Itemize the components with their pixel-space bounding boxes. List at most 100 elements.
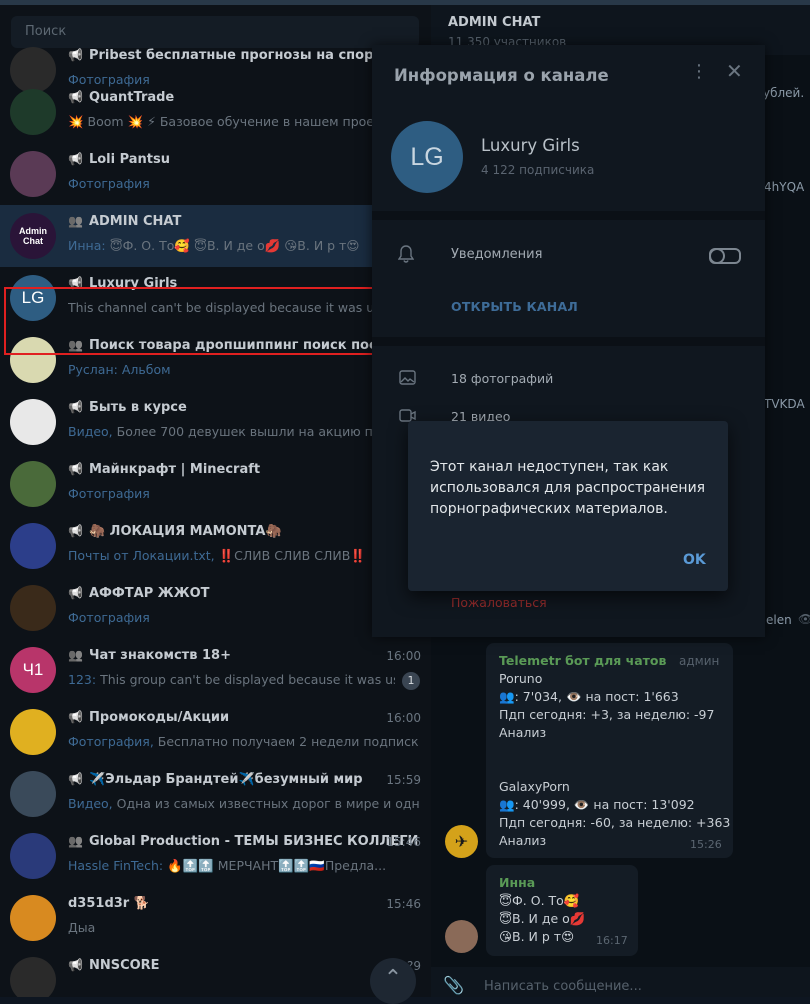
chat-time: 16:00 <box>386 649 421 663</box>
chat-avatar <box>10 523 56 569</box>
chat-title: 📢 NNSCORE <box>68 958 419 978</box>
chat-title: d351d3r 🐕 <box>68 896 419 916</box>
notifications-label: Уведомления <box>451 247 543 262</box>
preview-media: Фотография <box>68 176 150 191</box>
chat-title-text: Global Production - ТЕМЫ БИЗНЕС КОЛЛЕГИ … <box>88 834 419 849</box>
chat-title: 📢 ✈️Эльдар Брандтей✈️безумный мир <box>68 772 419 792</box>
scroll-up-button[interactable]: ⌃ <box>370 958 416 1004</box>
chat-list-item[interactable]: 📢NNSCORE15:?9 <box>0 949 431 997</box>
chat-title-text: ✈️Эльдар Брандтей✈️безумный мир <box>88 772 363 787</box>
megaphone-icon: 📢 <box>68 400 83 414</box>
user-avatar[interactable] <box>445 920 478 953</box>
chat-preview: 123: This group can't be displayed becau… <box>68 672 395 687</box>
megaphone-icon: 📢 <box>68 772 83 786</box>
message-bubble[interactable]: Telemetr бот для чатов админ Poruno 👥: 7… <box>486 643 733 858</box>
chat-avatar <box>10 957 56 997</box>
photo-icon <box>399 370 416 385</box>
notifications-toggle[interactable] <box>709 248 741 264</box>
chat-title: 👥 ADMIN CHAT <box>68 214 419 234</box>
open-channel-button[interactable]: ОТКРЫТЬ КАНАЛ <box>451 299 578 314</box>
message-input[interactable]: Написать сообщение... <box>484 979 642 994</box>
preview-media: Видео, <box>68 796 113 811</box>
chat-title-text: Быть в курсе <box>88 400 187 415</box>
chat-time: 15:59 <box>386 773 421 787</box>
close-icon[interactable]: ✕ <box>726 61 743 81</box>
photos-item[interactable]: 18 фотографий <box>451 371 553 386</box>
eye-icon: 👁 <box>798 612 810 626</box>
chat-list-item[interactable]: 📢 Loli Pantsu Фотография <box>0 143 431 205</box>
chat-preview: Видео, Одна из самых известных дорог в м… <box>68 796 419 811</box>
preview-text: 💥 Boom 💥 ⚡ Базовое обучение в нашем прое… <box>68 114 397 129</box>
channel-link[interactable]: Poruno <box>499 671 542 686</box>
chat-preview: Видео, Более 700 девушек вышли на акцию … <box>68 424 419 439</box>
chat-preview: Почты от Локации.txt, ‼️СЛИВ СЛИВ СЛИВ‼️ <box>68 548 419 564</box>
chat-title: 📢 Pribest бесплатные прогнозы на спорт <box>68 48 419 68</box>
message-sender: Инна <box>499 875 536 890</box>
dialog-message: Этот канал недоступен, так как использов… <box>430 459 706 517</box>
chat-list-item[interactable]: 📢 АФФТАР ЖЖОТ Фотография <box>0 577 431 639</box>
chat-title-text: Промокоды/Акции <box>88 710 230 725</box>
channel-avatar: LG <box>391 121 463 193</box>
chat-list-item[interactable]: Ч1 👥 Чат знакомств 18+ 16:00 123: This group… <box>0 639 431 701</box>
chat-title: 👥 Global Production - ТЕМЫ БИЗНЕС КОЛЛЕГИ… <box>68 834 419 854</box>
preview-text: Бесплатно получаем 2 недели подписки на <box>153 734 419 749</box>
chat-list-item[interactable]: 📢 🦣 ЛОКАЦИЯ MAMONTA🦣 Почты от Локации.txt,… <box>0 515 431 577</box>
attach-icon[interactable]: 📎 <box>443 976 464 996</box>
chat-avatar: Admin Chat <box>10 213 56 259</box>
chat-title-text: NNSCORE <box>88 958 160 973</box>
chat-list-item[interactable]: 📢 Майнкрафт | Minecraft Фотография <box>0 453 431 515</box>
chat-list-sidebar: Поиск 📢 Pribest бесплатные прогнозы на сп… <box>0 5 431 997</box>
chat-title: ADMIN CHAT <box>448 15 541 30</box>
chat-list-item[interactable]: 📢 ✈️Эльдар Брандтей✈️безумный мир 15:59 Вид… <box>0 763 431 825</box>
chat-title: 📢 Промокоды/Акции <box>68 710 419 730</box>
report-button[interactable]: Пожаловаться <box>451 595 547 610</box>
message-line: Пдп сегодня: -60, за неделю: +363 <box>499 815 731 830</box>
message-snippet: TVKDA <box>764 397 805 411</box>
group-icon: 👥 <box>68 834 83 848</box>
megaphone-icon: 📢 <box>68 958 83 972</box>
chat-preview: Hassle FinTech: 🔥🔝🔝 МЕРЧАНТ🔝🔝🇷🇺Предла... <box>68 858 419 874</box>
app-window: Поиск 📢 Pribest бесплатные прогнозы на сп… <box>0 0 810 1004</box>
sender-role: админ <box>679 654 720 668</box>
chat-avatar <box>10 89 56 135</box>
analysis-link[interactable]: Анализ <box>499 833 546 848</box>
chat-preview: Руслан: Альбом <box>68 362 419 377</box>
chat-time: 15:46 <box>386 897 421 911</box>
chat-avatar <box>10 771 56 817</box>
chat-title: 📢 Быть в курсе <box>68 400 419 420</box>
chat-list-item[interactable]: 👥 Global Production - ТЕМЫ БИЗНЕС КОЛЛЕГИ… <box>0 825 431 887</box>
chat-preview: Фотография <box>68 176 419 191</box>
chat-list-item[interactable]: 📢 QuantTrade 💥 Boom 💥 ⚡ Базовое обучение в… <box>0 81 431 143</box>
message-time: 16:17 <box>596 934 628 947</box>
chat-title-text: Чат знакомств 18+ <box>88 648 231 663</box>
preview-text: ‼️СЛИВ СЛИВ СЛИВ‼️ <box>214 548 366 563</box>
megaphone-icon: 📢 <box>68 152 83 166</box>
more-menu-icon[interactable]: ⋮ <box>690 63 708 81</box>
chat-title: 📢 АФФТАР ЖЖОТ <box>68 586 419 606</box>
message-line: 😇Ф. О. То🥰 <box>499 893 580 908</box>
chat-preview: Фотография <box>68 486 419 501</box>
chat-list-item[interactable]: 📢 Промокоды/Акции 16:00 Фотография, Бесплат… <box>0 701 431 763</box>
divider <box>372 337 765 346</box>
ok-button[interactable]: OK <box>683 552 706 568</box>
chat-list-item[interactable]: d351d3r 🐕 15:46 Дыа <box>0 887 431 949</box>
chat-list-item[interactable]: 📢 Быть в курсе Видео, Более 700 девушек вы… <box>0 391 431 453</box>
chat-preview: 💥 Boom 💥 ⚡ Базовое обучение в нашем прое… <box>68 114 419 130</box>
chat-avatar <box>10 895 56 941</box>
message-bubble[interactable]: Инна 😇Ф. О. То🥰 😇В. И де о💋 😘В. И р т😍 1… <box>486 865 638 956</box>
analysis-link[interactable]: Анализ <box>499 725 546 740</box>
chat-title-text: Loli Pantsu <box>88 152 171 167</box>
panel-title: Информация о канале <box>394 66 609 85</box>
bot-avatar[interactable]: ✈ <box>445 825 478 858</box>
message-line: 👥: 40'999, 👁️ на пост: 13'092 <box>499 797 695 812</box>
chat-title: 👥 Чат знакомств 18+ <box>68 648 419 668</box>
channel-name: Luxury Girls <box>481 136 580 155</box>
preview-sender: Инна: <box>68 238 106 253</box>
chat-title-text: Майнкрафт | Minecraft <box>88 462 261 477</box>
chat-list-item[interactable]: Admin Chat 👥 ADMIN CHAT Инна: 😇Ф. О. То🥰 😇В… <box>0 205 431 267</box>
channel-link[interactable]: GalaxyPorn <box>499 779 570 794</box>
chat-title-text: 🦣 ЛОКАЦИЯ MAMONTA🦣 <box>88 524 282 539</box>
preview-text: 😇Ф. О. То🥰 😇В. И де о💋 😘В. И р т😍 <box>109 238 360 253</box>
megaphone-icon: 📢 <box>68 710 83 724</box>
preview-media: Почты от Локации.txt, <box>68 548 215 563</box>
